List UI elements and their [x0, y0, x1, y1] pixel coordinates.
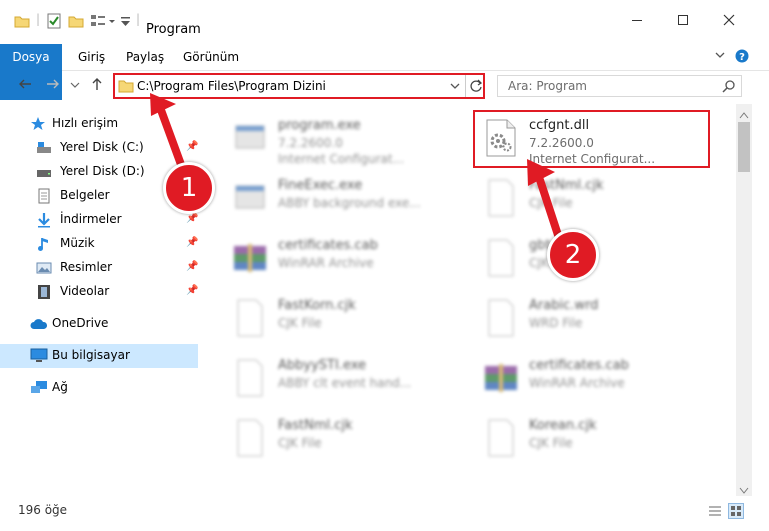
- arrow-2-shaft: [536, 176, 562, 239]
- callout-arrows: [150, 93, 562, 239]
- arrow-1-shaft: [157, 106, 187, 174]
- step-badge-2: 2: [547, 229, 599, 281]
- explorer-window: | | Program Dosya Giriş Paylaş Görünüm ?…: [0, 0, 769, 531]
- step-badge-1: 1: [163, 162, 215, 214]
